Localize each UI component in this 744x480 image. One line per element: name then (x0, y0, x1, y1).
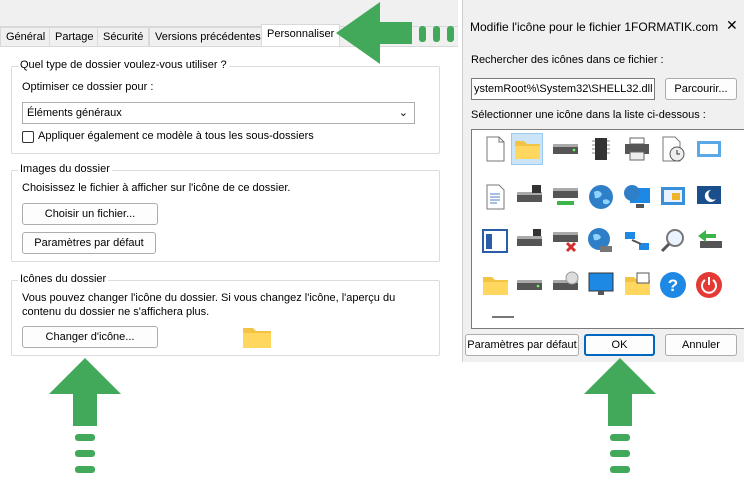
cd-drive-icon[interactable] (550, 270, 580, 300)
change-icon-dialog: Modifie l'icône pour le fichier 1FORMATI… (462, 0, 744, 362)
arrow-up-shaft (608, 394, 632, 426)
arrow-left-shaft (378, 22, 412, 44)
arrow-dash (447, 26, 454, 42)
folder-type-title: Quel type de dossier voulez-vous utilise… (18, 59, 229, 71)
arrow-drive-icon[interactable] (694, 226, 724, 256)
folder-type-select[interactable]: Éléments généraux ⌄ (22, 102, 415, 124)
floppy-drive-icon[interactable] (514, 182, 544, 212)
arrow-up-icon (584, 358, 656, 394)
app-window-icon[interactable] (480, 226, 510, 256)
tab-customize[interactable]: Personnaliser (261, 24, 341, 46)
select-icon-label: Sélectionner une icône dans la liste ci-… (471, 109, 706, 121)
tab-security[interactable]: Sécurité (97, 27, 150, 46)
tab-sharing[interactable]: Partage (49, 27, 100, 46)
dialog-title: Modifie l'icône pour le fichier 1FORMATI… (470, 20, 719, 34)
disconnected-drive-icon[interactable] (550, 226, 580, 256)
optimize-label: Optimiser ce dossier pour : (22, 81, 154, 93)
close-icon[interactable]: ✕ (726, 17, 738, 34)
internet-icon[interactable] (586, 226, 616, 256)
chevron-down-icon: ⌄ (398, 107, 408, 119)
folder-properties-window: Général Partage Sécurité Versions précéd… (0, 0, 458, 363)
folder-icons-desc-line1: Vous pouvez changer l'icône du dossier. … (22, 292, 396, 304)
drive-icon[interactable] (550, 134, 580, 164)
folder-icons-desc-line2: contenu du dossier ne s'affichera plus. (22, 306, 210, 318)
blank-document-icon[interactable] (480, 134, 510, 164)
chip-icon[interactable] (586, 134, 616, 164)
clock-document-icon[interactable] (658, 134, 688, 164)
change-icon-button[interactable]: Changer d'icône... (22, 326, 158, 348)
monitor-icon[interactable] (586, 270, 616, 300)
arrow-dash (75, 466, 95, 473)
arrow-dash (610, 434, 630, 441)
icon-file-path-input[interactable]: ystemRoot%\System32\SHELL32.dll (471, 78, 655, 100)
arrow-dash (433, 26, 440, 42)
search-icon[interactable] (658, 226, 688, 256)
folder-images-desc: Choisissez le fichier à afficher sur l'i… (22, 182, 291, 194)
settings-screen-icon[interactable] (658, 182, 688, 212)
network-icon[interactable] (622, 226, 652, 256)
network-globe-icon[interactable] (622, 182, 652, 212)
drive-icon-2[interactable] (514, 270, 544, 300)
apply-subfolders-checkbox[interactable] (22, 131, 34, 143)
folder-preview-icon (243, 328, 271, 348)
browse-button[interactable]: Parcourir... (665, 78, 737, 100)
tab-general[interactable]: Général (0, 27, 52, 46)
icon-default-button[interactable]: Paramètres par défaut (465, 334, 579, 356)
cancel-button[interactable]: Annuler (665, 334, 737, 356)
sleep-icon[interactable] (694, 182, 724, 212)
printer-icon[interactable] (622, 134, 652, 164)
power-icon[interactable] (694, 270, 724, 300)
network-drive-icon[interactable] (550, 182, 580, 212)
folder-icons-title: Icônes du dossier (18, 273, 109, 285)
help-icon[interactable]: ? (658, 270, 688, 300)
folder-images-title: Images du dossier (18, 163, 112, 175)
icon-list[interactable]: ? (471, 129, 744, 329)
horizontal-scrollbar-thumb[interactable] (492, 316, 514, 318)
choose-file-button[interactable]: Choisir un fichier... (22, 203, 158, 225)
folder-type-value: Éléments généraux (27, 107, 122, 119)
grid-folder-icon[interactable] (622, 270, 652, 300)
arrow-left-icon (336, 2, 380, 64)
arrow-dash (610, 466, 630, 473)
arrow-dash (75, 434, 95, 441)
tab-previous-versions[interactable]: Versions précédentes (149, 27, 267, 46)
apply-subfolders-label: Appliquer également ce modèle à tous les… (38, 130, 314, 142)
arrow-dash (75, 450, 95, 457)
disk-drive-icon[interactable] (514, 226, 544, 256)
default-settings-button[interactable]: Paramètres par défaut (22, 232, 156, 254)
text-document-icon[interactable] (480, 182, 510, 212)
search-icons-label: Rechercher des icônes dans ce fichier : (471, 54, 664, 66)
ok-button[interactable]: OK (584, 334, 655, 356)
window-icon[interactable] (694, 134, 724, 164)
folder-icon-2[interactable] (480, 270, 510, 300)
arrow-up-shaft (73, 394, 97, 426)
customize-panel: Quel type de dossier voulez-vous utilise… (0, 46, 458, 363)
arrow-up-icon (49, 358, 121, 394)
arrow-dash (610, 450, 630, 457)
folder-icon[interactable] (511, 133, 543, 165)
arrow-dash (419, 26, 426, 42)
globe-icon[interactable] (586, 182, 616, 212)
svg-text:?: ? (668, 276, 678, 295)
